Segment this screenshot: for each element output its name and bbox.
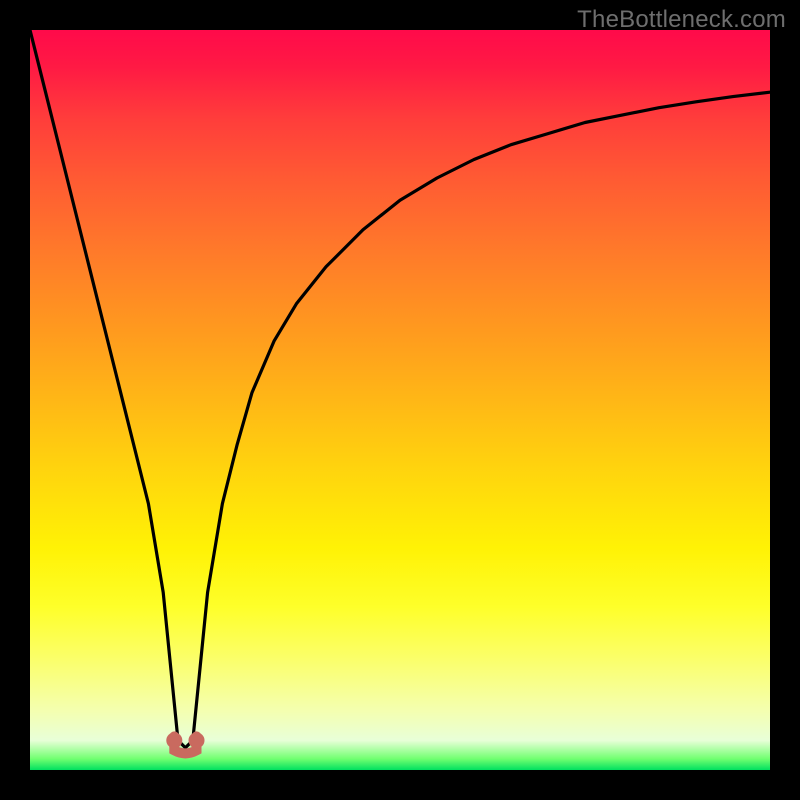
min-marker-dot (189, 732, 205, 748)
plot-area (30, 30, 770, 770)
min-marker-group (166, 732, 204, 753)
watermark-text: TheBottleneck.com (577, 6, 786, 34)
bottleneck-curve (30, 30, 770, 748)
min-marker-dot (166, 732, 182, 748)
curve-layer (30, 30, 770, 770)
chart-frame: TheBottleneck.com (0, 0, 800, 800)
